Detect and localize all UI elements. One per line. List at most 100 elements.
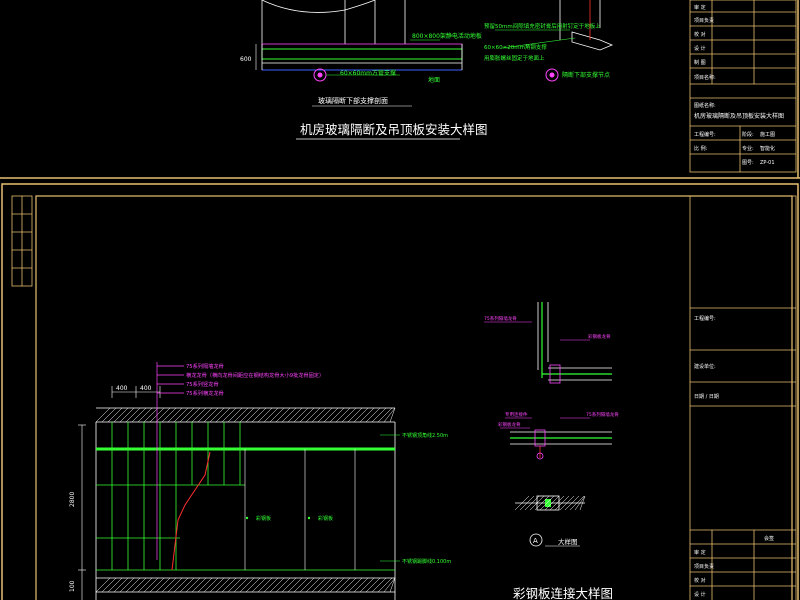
hatch-line — [293, 577, 309, 593]
hatch-line — [263, 407, 279, 423]
hatch-line — [215, 577, 231, 593]
sheet2-title: 彩钢板连接大样图 — [513, 586, 613, 600]
hatch-line — [113, 407, 129, 423]
hatch-line — [383, 407, 396, 423]
hatch-line — [383, 577, 396, 593]
sheet2-dim-top-1: 400 — [116, 385, 128, 392]
hatch-line — [179, 577, 195, 593]
hatch-line — [257, 407, 273, 423]
hatch-line — [197, 407, 213, 423]
hatch-line — [311, 577, 327, 593]
sheet2-tb-company-label: 会签 — [764, 535, 774, 542]
hatch-line — [131, 407, 147, 423]
hatch-line — [239, 407, 255, 423]
hatch-line — [233, 407, 249, 423]
sheet2-detail-corner — [484, 302, 612, 384]
hatch-line — [317, 407, 333, 423]
sheet2-wall-elevation — [95, 422, 396, 600]
sheet2-label-base: 不锈钢踢脚线0.100m — [402, 558, 451, 565]
hatch-line — [347, 407, 363, 423]
hatch-line — [161, 407, 177, 423]
sheet2-label-panel-1: 彩钢板 — [256, 515, 271, 522]
hatch-line — [287, 407, 303, 423]
hatch-line — [179, 407, 195, 423]
hatch-line — [173, 407, 189, 423]
hatch-line — [215, 407, 231, 423]
hatch-line — [263, 577, 279, 593]
hatch-line — [221, 577, 237, 593]
sheet1-note-3: 用膨胀螺丝固定于地面上 — [484, 54, 545, 62]
cad-drawing-canvas: 600 60×60mm方管支撑 地面 800×800架静电活动地板 玻璃隔断下部… — [0, 0, 800, 600]
sheet1-tb-stage-label: 阶段: — [742, 131, 754, 138]
hatch-line — [341, 577, 357, 593]
sheet2-callout-3: 75系列横龙龙骨 — [186, 389, 224, 397]
hatch-line — [251, 407, 267, 423]
hatch-line — [227, 407, 243, 423]
sheet1-tb-scale-label: 比 例: — [694, 145, 708, 152]
hatch-line — [287, 577, 303, 593]
sheet2-tb-project-no-label: 工程编号: — [694, 315, 716, 322]
hatch-line — [371, 577, 387, 593]
hatch-line — [323, 407, 339, 423]
hatch-line — [269, 407, 285, 423]
sheet1-label-tube: 60×60mm方管支撑 — [340, 69, 396, 77]
hatch-line — [221, 407, 237, 423]
sheet1-tb-row-3: 设 计 — [694, 45, 706, 52]
hatch-line — [299, 577, 315, 593]
sheet2-tb-row-0: 审 定 — [694, 549, 706, 556]
sheet1-tb-discipline-value: 智能化 — [760, 145, 775, 152]
hatch-line — [275, 577, 291, 593]
hatch-line — [143, 407, 159, 423]
hatch-line — [137, 407, 153, 423]
hatch-line — [341, 407, 357, 423]
sheet2-callout-0: 75系列隔墙龙骨 — [186, 362, 224, 370]
sheet1-tb-project-name: 项目名称: — [694, 74, 716, 81]
sheet2-dim-vertical-1: 2800 — [69, 492, 76, 507]
sheet1-tb-row-0: 审 定 — [694, 4, 706, 11]
hatch-line — [347, 577, 363, 593]
sheet1-tb-project-no-label: 工程编号: — [694, 131, 716, 138]
sheet1-floor-bands — [261, 43, 463, 71]
hatch-line — [131, 577, 147, 593]
hatch-line — [191, 407, 207, 423]
sheet2-detail-label-0: 75系列隔墙龙骨 — [484, 315, 517, 322]
sheet1-tb-discipline-label: 专业: — [742, 145, 754, 152]
hatch-line — [161, 577, 177, 593]
hatch-line — [209, 577, 225, 593]
sheet1-node-marker — [545, 68, 559, 82]
hatch-line — [245, 407, 261, 423]
hatch-line — [329, 407, 345, 423]
hatch-line — [107, 577, 123, 593]
hatch-line — [335, 577, 351, 593]
sheet2-detail-section — [514, 495, 586, 511]
hatch-line — [305, 577, 321, 593]
sheet1-dim-600: 600 — [240, 56, 252, 63]
sheet1-tb-sheet-no-label: 图号: — [742, 160, 754, 166]
hatch-line — [239, 577, 255, 593]
hatch-line — [95, 407, 111, 423]
hatch-line — [209, 407, 225, 423]
sheet2-callout-2: 75系列竖龙骨 — [186, 380, 219, 388]
hatch-line — [101, 577, 117, 593]
sheet2-label-panel-2: 彩钢板 — [318, 515, 333, 522]
hatch-line — [377, 577, 393, 593]
sheet-2: 400 400 2800 100 75系列隔墙龙骨 横龙龙骨（横向龙骨间距应在钢… — [1, 183, 799, 600]
hatch-line — [125, 407, 141, 423]
hatch-line — [107, 407, 123, 423]
hatch-line — [119, 577, 135, 593]
hatch-line — [275, 407, 291, 423]
hatch-line — [143, 577, 159, 593]
hatch-line — [155, 407, 171, 423]
sheet2-detail-label-1: 彩钢板龙骨 — [588, 333, 611, 340]
sheet1-tb-stage-value: 施工图 — [760, 131, 775, 138]
sheet2-ceiling-band — [95, 407, 396, 423]
hatch-line — [167, 407, 183, 423]
sheet2-tb-row-1: 项目负责 — [694, 563, 714, 570]
sheet2-dim-top-2: 400 — [140, 385, 152, 392]
sheet1-plan-title: 玻璃隔断下部支撑剖面 — [318, 96, 388, 105]
sheet2-tb-row-3: 设 计 — [694, 591, 706, 598]
hatch-line — [365, 577, 381, 593]
sheet1-title: 机房玻璃隔断及吊顶板安装大样图 — [300, 122, 488, 137]
sheet2-label-ceiling-height: 不锈钢顶角线2.50m — [402, 432, 448, 439]
hatch-line — [95, 577, 111, 593]
